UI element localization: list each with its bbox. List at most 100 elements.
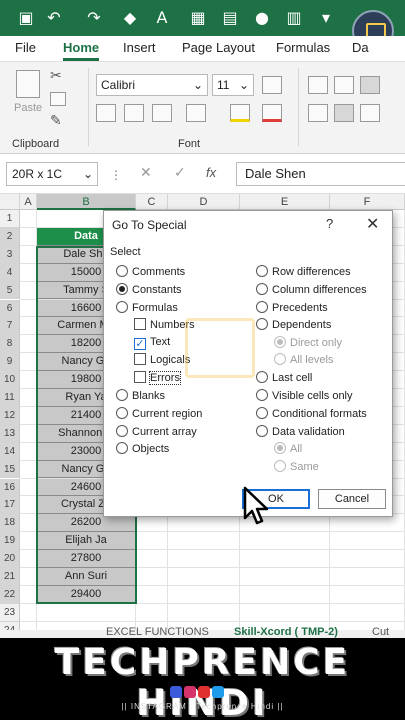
- radio-constants[interactable]: Constants: [116, 283, 182, 297]
- tab-insert[interactable]: Insert: [123, 40, 156, 55]
- function-icon[interactable]: fx: [206, 165, 216, 180]
- row-header[interactable]: 12: [0, 406, 20, 425]
- radio-precedents[interactable]: Precedents: [256, 301, 328, 315]
- cut-icon[interactable]: ✂: [50, 68, 62, 84]
- row-header[interactable]: 22: [0, 585, 20, 604]
- enter-icon[interactable]: ✓: [174, 165, 186, 181]
- align-middle-icon[interactable]: [334, 76, 354, 94]
- radio-comments[interactable]: Comments: [116, 265, 185, 279]
- name-box[interactable]: 20R x 1C ⌄: [6, 162, 98, 186]
- checkbox-text[interactable]: ✓ Text: [134, 336, 170, 350]
- bold-icon[interactable]: [96, 104, 116, 122]
- radio-current-region[interactable]: Current region: [116, 407, 202, 421]
- font-name-value: Calibri: [101, 78, 136, 92]
- align-top-icon[interactable]: [308, 76, 328, 94]
- radio-objects[interactable]: Objects: [116, 442, 169, 456]
- sheet-tab-active[interactable]: Skill-Xcord ( TMP-2): [234, 626, 338, 638]
- radio-icon: [256, 265, 268, 277]
- close-icon[interactable]: ✕: [366, 214, 379, 233]
- column-header-c[interactable]: C: [136, 194, 168, 210]
- column-header-a[interactable]: A: [20, 194, 37, 210]
- borders-icon[interactable]: ▦: [188, 8, 208, 28]
- paste-label[interactable]: Paste: [14, 102, 42, 114]
- checkbox-errors[interactable]: Errors: [134, 371, 181, 385]
- row-header[interactable]: 21: [0, 568, 20, 586]
- row-header[interactable]: 19: [0, 532, 20, 551]
- row-header[interactable]: 8: [0, 335, 20, 354]
- more-icon[interactable]: ▾: [316, 8, 336, 28]
- align-bottom-icon[interactable]: [360, 76, 380, 94]
- align-center-icon[interactable]: [334, 104, 354, 122]
- font-color-icon[interactable]: A: [152, 8, 172, 28]
- tab-file[interactable]: File: [15, 40, 36, 55]
- tab-home[interactable]: Home: [63, 40, 100, 61]
- radio-icon: [116, 283, 128, 295]
- row-header[interactable]: 18: [0, 514, 20, 533]
- save-icon[interactable]: ▣: [16, 8, 36, 28]
- row-header[interactable]: 4: [0, 263, 20, 282]
- radio-current-array[interactable]: Current array: [116, 425, 197, 439]
- tab-page-layout[interactable]: Page Layout: [182, 40, 255, 55]
- radio-conditional-formats[interactable]: Conditional formats: [256, 407, 367, 421]
- row-header[interactable]: 11: [0, 389, 20, 407]
- radio-row-differences[interactable]: Row differences: [256, 265, 351, 279]
- radio-dependents[interactable]: Dependents: [256, 318, 331, 332]
- row-header[interactable]: 9: [0, 353, 20, 372]
- radio-blanks[interactable]: Blanks: [116, 389, 165, 403]
- row-header[interactable]: 1: [0, 210, 20, 228]
- tab-formulas[interactable]: Formulas: [276, 40, 330, 55]
- increase-font-icon[interactable]: [262, 76, 282, 94]
- copy-icon[interactable]: [50, 92, 66, 106]
- undo-icon[interactable]: ↶: [44, 8, 64, 28]
- row-header[interactable]: 13: [0, 424, 20, 443]
- format-painter-brush-icon[interactable]: ✎: [50, 112, 62, 129]
- formula-input[interactable]: Dale Shen: [236, 162, 405, 186]
- italic-icon[interactable]: [124, 104, 144, 122]
- font-size-select[interactable]: 11 ⌄: [212, 74, 254, 96]
- radio-data-validation[interactable]: Data validation: [256, 425, 345, 439]
- fill-color-icon[interactable]: ◆: [120, 8, 140, 28]
- row-header[interactable]: 15: [0, 460, 20, 479]
- column-header-b[interactable]: B: [37, 194, 136, 210]
- radio-visible-cells-only[interactable]: Visible cells only: [256, 389, 353, 403]
- circle-icon[interactable]: ●: [252, 8, 272, 28]
- row-header[interactable]: 10: [0, 371, 20, 389]
- underline-icon[interactable]: [152, 104, 172, 122]
- row-header[interactable]: 3: [0, 245, 20, 264]
- row-header[interactable]: 14: [0, 442, 20, 461]
- redo-icon[interactable]: ↷: [84, 8, 104, 28]
- column-header-f[interactable]: F: [330, 194, 405, 210]
- sheet-tab[interactable]: EXCEL FUNCTIONS: [106, 626, 209, 638]
- format-painter-icon[interactable]: ▥: [284, 8, 304, 28]
- merge-icon[interactable]: ▤: [220, 8, 240, 28]
- align-left-icon[interactable]: [308, 104, 328, 122]
- border-icon[interactable]: [186, 104, 206, 122]
- option-label: Current array: [132, 426, 197, 438]
- row-header[interactable]: 6: [0, 299, 20, 318]
- cancel-button[interactable]: Cancel: [318, 489, 386, 509]
- checkbox-logicals[interactable]: Logicals: [134, 353, 190, 367]
- tab-data[interactable]: Da: [352, 40, 369, 55]
- cancel-icon[interactable]: ✕: [140, 165, 152, 181]
- font-color-button-icon[interactable]: [262, 104, 282, 122]
- font-name-select[interactable]: Calibri ⌄: [96, 74, 208, 96]
- row-header[interactable]: 7: [0, 317, 20, 336]
- row-header[interactable]: 16: [0, 478, 20, 497]
- radio-last-cell[interactable]: Last cell: [256, 371, 312, 385]
- row-header[interactable]: 5: [0, 281, 20, 300]
- column-header-d[interactable]: D: [168, 194, 240, 210]
- highlight-icon[interactable]: [230, 104, 250, 122]
- row-header[interactable]: 2: [0, 227, 20, 246]
- radio-column-differences[interactable]: Column differences: [256, 283, 367, 297]
- radio-icon: [116, 389, 128, 401]
- row-header[interactable]: 23: [0, 603, 20, 622]
- select-all-corner[interactable]: [0, 194, 20, 210]
- align-right-icon[interactable]: [360, 104, 380, 122]
- paste-icon[interactable]: [16, 70, 40, 98]
- sheet-tab[interactable]: Cut: [372, 626, 389, 638]
- column-header-e[interactable]: E: [240, 194, 330, 210]
- radio-formulas[interactable]: Formulas: [116, 301, 178, 315]
- row-header[interactable]: 17: [0, 496, 20, 515]
- help-button[interactable]: ?: [326, 216, 333, 231]
- row-header[interactable]: 20: [0, 550, 20, 568]
